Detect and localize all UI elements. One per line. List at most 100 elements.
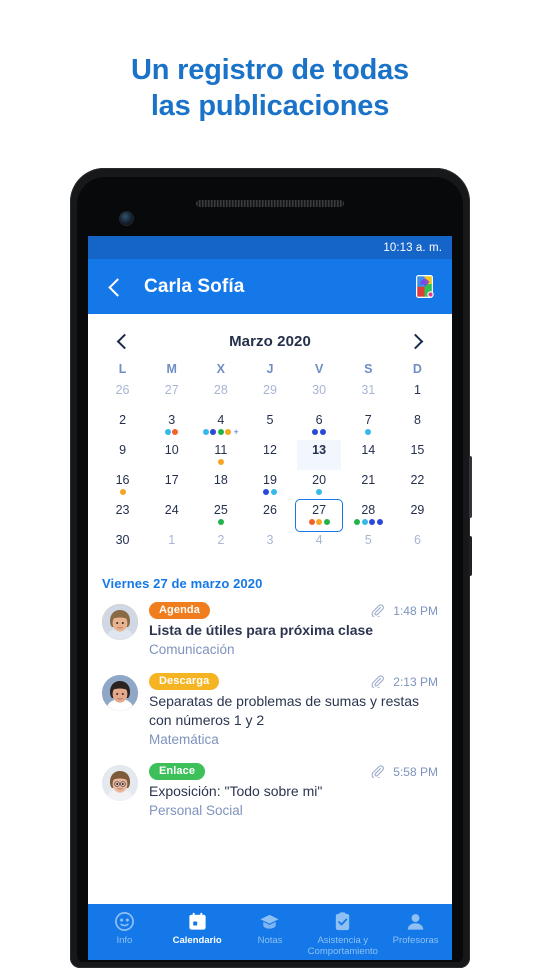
paperclip-icon (371, 765, 385, 780)
calendar-day-cell[interactable]: 19 (245, 470, 294, 500)
calendar-day-cell[interactable]: 15 (393, 440, 442, 470)
calendar-weekday-V: V (314, 362, 324, 376)
calendar-day-number: 4 (315, 533, 323, 547)
calendar-day-cell[interactable]: 8 (393, 410, 442, 440)
calendar-day-cell[interactable]: 6 (295, 410, 344, 440)
calendar-day-number: 20 (312, 473, 327, 487)
calendar-day-cell[interactable]: 2 (196, 530, 245, 560)
calendar-day-cell[interactable]: 12 (245, 440, 294, 470)
post-title: Lista de útiles para próxima clase (149, 622, 374, 638)
post-item[interactable]: Agenda 1:48 PM Lista de útiles para próxim… (102, 602, 438, 659)
calendar-day-cell[interactable]: 7 (344, 410, 393, 440)
calendar-day-cell[interactable]: 3 (147, 410, 196, 440)
event-dot-green (217, 429, 224, 435)
calendar-day-cell[interactable]: 17 (147, 470, 196, 500)
power-button[interactable] (469, 456, 472, 518)
nav-item-notas[interactable]: Notas (234, 911, 307, 946)
calendar-day-cell[interactable]: 26 (98, 380, 147, 410)
post-item[interactable]: Enlace 5:58 PM Exposición: "Todo sobre mi"… (102, 763, 438, 820)
post-body: Agenda 1:48 PM Lista de útiles para próxim… (149, 602, 438, 659)
calendar-day-cell[interactable]: 9 (98, 440, 147, 470)
calendar-day-cell[interactable]: 4 + (196, 410, 245, 440)
post-item[interactable]: Descarga 2:13 PM Separatas de problemas de… (102, 673, 438, 749)
calendar-day-cell[interactable]: 6 (393, 530, 442, 560)
promo-line-1: Un registro de todas (131, 54, 409, 86)
calendar-day-number: 8 (413, 413, 421, 427)
calendar-day-event-dots (354, 519, 383, 525)
calendar-day-event-dots (217, 519, 224, 525)
calendar-day-cell[interactable]: 23 (98, 500, 147, 530)
calendar-day-cell[interactable]: 3 (245, 530, 294, 560)
calendar-prev-month-button[interactable] (112, 330, 134, 352)
nav-item-asistencia[interactable]: Asistencia y Comportamiento (306, 911, 379, 957)
calendar-day-cell[interactable]: 5 (344, 530, 393, 560)
calendar-day-cell[interactable]: 27 (295, 500, 344, 530)
post-time: 2:13 PM (393, 674, 438, 689)
nav-item-profesoras[interactable]: Profesoras (379, 911, 452, 946)
calendar-day-cell[interactable]: 13 (295, 440, 344, 470)
calendar-day-cell[interactable]: 29 (393, 500, 442, 530)
event-dot-cyan (270, 489, 277, 495)
calendar-day-cell[interactable]: 27 (147, 380, 196, 410)
calendar-day-cell[interactable]: 14 (344, 440, 393, 470)
calendar-day-number: 29 (263, 383, 277, 397)
graduation-cap-icon (259, 911, 280, 932)
calendar-day-cell[interactable]: 4 (295, 530, 344, 560)
calendar-day-number: 6 (315, 413, 323, 427)
calendar-day-cell[interactable]: 22 (393, 470, 442, 500)
event-dot-cyan (164, 429, 171, 435)
avatar-teacher-1 (102, 604, 138, 640)
status-bar: 10:13 a. m. (88, 236, 452, 259)
calendar-weekday-L: L (118, 362, 127, 376)
nav-item-info[interactable]: Info (88, 911, 161, 946)
calendar-day-cell[interactable]: 25 (196, 500, 245, 530)
calendar-day-number: 24 (164, 503, 179, 517)
event-dot-cyan (361, 519, 368, 525)
calendar-day-cell[interactable]: 30 (295, 380, 344, 410)
calendar-day-cell[interactable]: 1 (147, 530, 196, 560)
calendar-day-event-dots (312, 429, 326, 435)
post-body: Enlace 5:58 PM Exposición: "Todo sobre mi"… (149, 763, 438, 820)
event-dot-green (217, 519, 224, 525)
event-dot-blue (312, 429, 319, 435)
calendar-day-cell[interactable]: 29 (245, 380, 294, 410)
calendar-day-cell[interactable]: 28 (196, 380, 245, 410)
calendar-month-bar: Marzo 2020 (98, 324, 442, 362)
nav-item-calendario[interactable]: Calendario (161, 911, 234, 946)
colorful-phone-app-icon[interactable] (411, 273, 438, 300)
volume-button[interactable] (469, 536, 472, 576)
nav-item-label: Notas (257, 935, 283, 946)
calendar-next-month-button[interactable] (406, 330, 428, 352)
calendar-day-cell[interactable]: 24 (147, 500, 196, 530)
paperclip-icon (371, 675, 385, 690)
calendar-day-cell[interactable]: 16 (98, 470, 147, 500)
post-subject: Comunicación (149, 642, 235, 657)
calendar-day-cell[interactable]: 26 (245, 500, 294, 530)
calendar-day-number: 16 (115, 473, 130, 487)
calendar-day-cell[interactable]: 10 (147, 440, 196, 470)
post-header-row: Agenda 1:48 PM (149, 602, 438, 619)
calendar-widget: Marzo 2020 LMXJVSD 26 27 28 29 30 31 1 2 3 4 +5 6 7 8… (88, 314, 452, 564)
calendar-day-cell[interactable]: 21 (344, 470, 393, 500)
event-dot-cyan (365, 429, 372, 435)
clipboard-check-icon (332, 911, 353, 932)
calendar-day-cell[interactable]: 30 (98, 530, 147, 560)
event-dot-cyan (202, 429, 209, 435)
calendar-day-cell[interactable]: 28 (344, 500, 393, 530)
calendar-day-grid: 26 27 28 29 30 31 1 2 3 4 +5 6 7 8 9 10 11 12 13 14 15 16 17 18… (98, 380, 442, 560)
calendar-day-cell[interactable]: 18 (196, 470, 245, 500)
calendar-day-cell[interactable]: 5 (245, 410, 294, 440)
chevron-left-icon[interactable] (102, 274, 128, 300)
calendar-day-cell[interactable]: 20 (295, 470, 344, 500)
posts-list: Agenda 1:48 PM Lista de útiles para próxim… (102, 602, 438, 820)
calendar-weekday-S: S (364, 362, 373, 376)
more-events-plus-icon: + (233, 427, 239, 437)
event-dot-blue (369, 519, 376, 525)
post-type-badge: Agenda (149, 602, 210, 619)
nav-item-label: Asistencia y Comportamiento (307, 935, 378, 957)
nav-item-label: Info (116, 935, 133, 946)
calendar-day-cell[interactable]: 31 (344, 380, 393, 410)
calendar-day-cell[interactable]: 11 (196, 440, 245, 470)
calendar-day-cell[interactable]: 1 (393, 380, 442, 410)
calendar-day-cell[interactable]: 2 (98, 410, 147, 440)
